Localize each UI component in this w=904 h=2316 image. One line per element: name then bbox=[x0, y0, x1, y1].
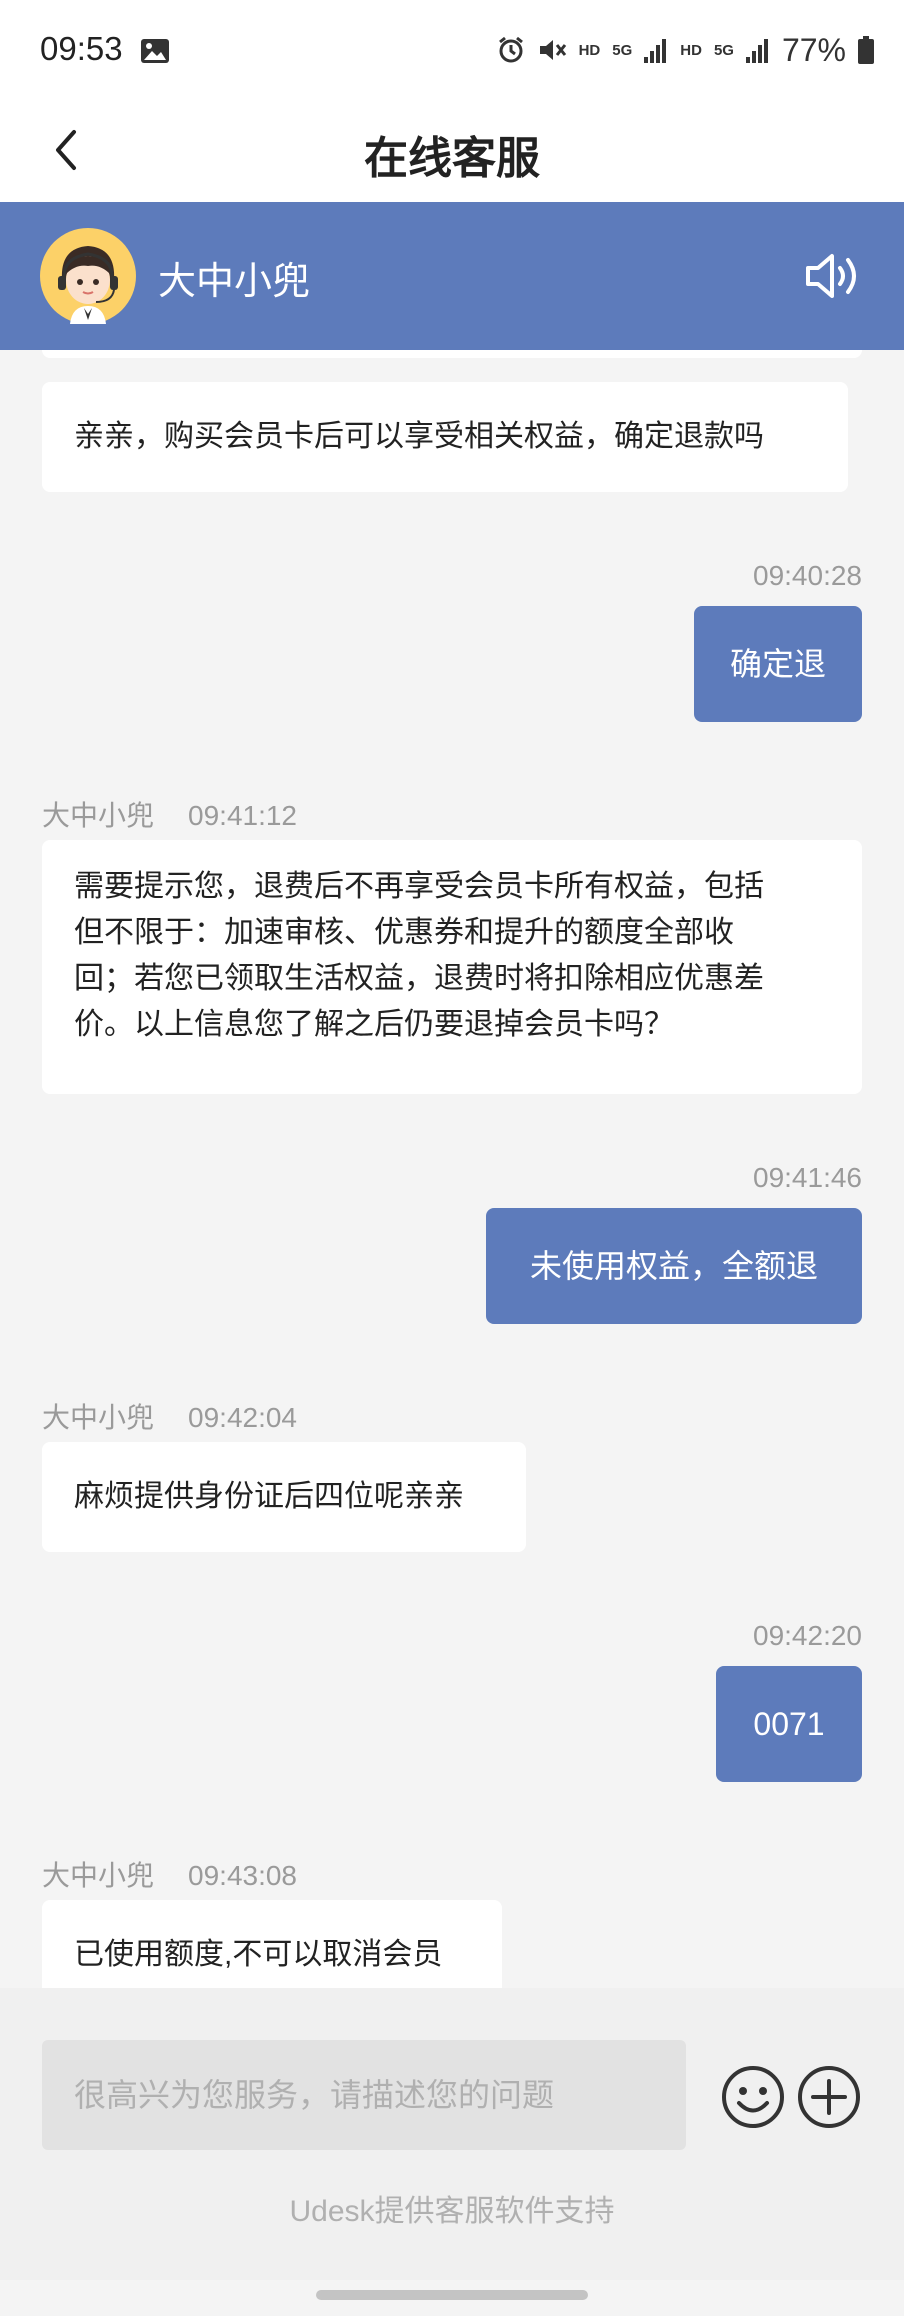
message-bubble: 需要提示您，退费后不再享受会员卡所有权益，包括 但不限于：加速审核、优惠券和提升… bbox=[42, 840, 862, 1094]
message-time: 09:41:12 bbox=[188, 800, 298, 831]
gallery-icon bbox=[141, 39, 169, 63]
network-indicator-2: 5G bbox=[713, 41, 734, 59]
emoji-icon[interactable] bbox=[720, 2064, 786, 2130]
mute-icon bbox=[539, 40, 566, 60]
hd-indicator-1: HD bbox=[578, 41, 601, 59]
message-bubble-own: 确定退 bbox=[694, 606, 862, 722]
home-indicator[interactable] bbox=[316, 2290, 588, 2300]
page-title: 在线客服 bbox=[364, 134, 540, 183]
message-bubble: 已使用额度,不可以取消会员 bbox=[42, 1900, 502, 1988]
battery-icon bbox=[858, 36, 874, 64]
message-bubble-own: 0071 bbox=[716, 1666, 862, 1782]
status-icons: HD 5G HD 5G 77% bbox=[497, 30, 874, 70]
message-time: 09:40:28 bbox=[753, 560, 862, 591]
message-time: 09:41:46 bbox=[753, 1162, 862, 1193]
message-sender: 大中小兜 bbox=[42, 800, 155, 831]
message-text: 已使用额度,不可以取消会员 bbox=[74, 1938, 443, 1971]
message-bubble-own: 未使用权益，全额退 bbox=[486, 1208, 862, 1324]
agent-name: 大中小兜 bbox=[158, 261, 311, 303]
signal-icon bbox=[745, 39, 768, 63]
message-meta: 大中小兜 09:43:08 bbox=[42, 1854, 297, 1894]
agent-avatar bbox=[40, 228, 136, 324]
signal-icon bbox=[644, 39, 667, 63]
message-line: 价。以上信息您了解之后仍要退掉会员卡吗？ bbox=[74, 1008, 674, 1041]
plus-icon[interactable] bbox=[796, 2064, 862, 2130]
message-time: 09:42:04 bbox=[188, 1402, 298, 1433]
message-time: 09:42:20 bbox=[753, 1620, 862, 1651]
message-line: 需要提示您，退费后不再享受会员卡所有权益，包括 bbox=[74, 870, 764, 903]
message-line: 但不限于：加速审核、优惠券和提升的额度全部收 bbox=[74, 916, 734, 949]
message-line: 回；若您已领取生活权益，退费时将扣除相应优惠差 bbox=[74, 962, 764, 995]
status-time: 09:53 bbox=[40, 30, 123, 67]
status-bar: 09:53 HD 5G HD 5G 77% bbox=[0, 0, 904, 100]
message-text: 未使用权益，全额退 bbox=[529, 1248, 818, 1284]
message-sender: 大中小兜 bbox=[42, 1860, 155, 1891]
message-sender: 大中小兜 bbox=[42, 1402, 155, 1433]
message-time: 09:43:08 bbox=[188, 1860, 298, 1891]
message-text: 确定退 bbox=[729, 646, 826, 682]
powered-by-text: Udesk提供客服软件支持 bbox=[289, 2195, 615, 2228]
battery-percent: 77% bbox=[781, 31, 846, 68]
message-bubble: 亲亲，购买会员卡后可以享受相关权益，确定退款吗 bbox=[42, 382, 848, 492]
chat-area[interactable]: 亲亲，购买会员卡后可以享受相关权益，确定退款吗 09:40:28 确定退 大中小… bbox=[0, 350, 904, 1988]
message-bubble: 麻烦提供身份证后四位呢亲亲 bbox=[42, 1442, 526, 1552]
alarm-icon bbox=[498, 36, 523, 63]
message-text: 亲亲，购买会员卡后可以享受相关权益，确定退款吗 bbox=[74, 420, 764, 453]
agent-header: 大中小兜 bbox=[0, 202, 904, 350]
speaker-icon[interactable] bbox=[804, 250, 864, 302]
message-bubble-partial bbox=[42, 350, 862, 358]
message-text: 麻烦提供身份证后四位呢亲亲 bbox=[74, 1480, 464, 1513]
input-bar: Udesk提供客服软件支持 bbox=[0, 1988, 904, 2280]
message-meta: 大中小兜 09:41:12 bbox=[42, 794, 297, 834]
network-indicator-1: 5G bbox=[612, 41, 633, 59]
nav-bar: 在线客服 bbox=[0, 100, 904, 202]
message-input[interactable] bbox=[42, 2040, 686, 2150]
hd-indicator-2: HD bbox=[680, 41, 702, 59]
message-text: 0071 bbox=[753, 1706, 825, 1742]
message-meta: 大中小兜 09:42:04 bbox=[42, 1396, 297, 1436]
